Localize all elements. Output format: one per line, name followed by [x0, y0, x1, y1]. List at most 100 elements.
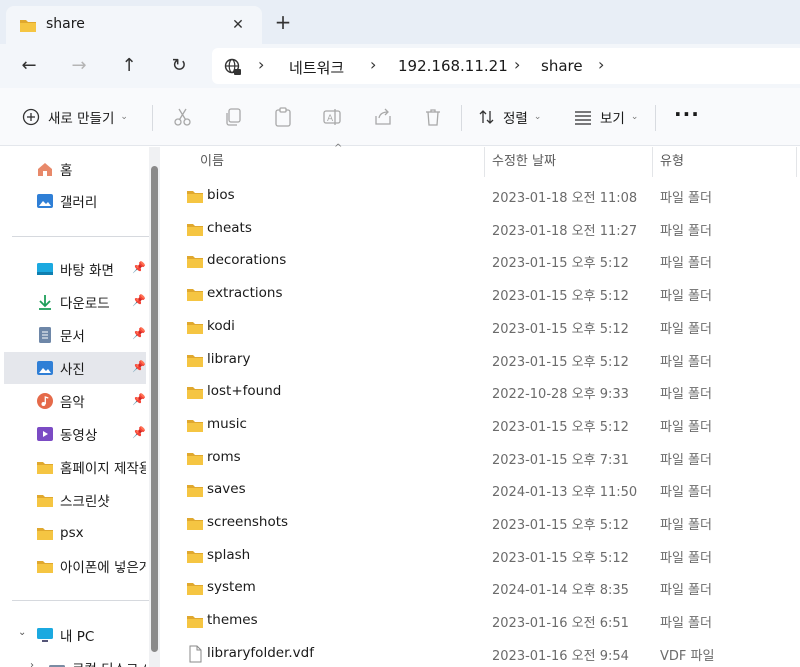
file-row[interactable]: screenshots 2023-01-15 오후 5:12 파일 폴더 — [170, 507, 800, 539]
more-options-icon[interactable]: ··· — [674, 102, 700, 126]
tab-strip: share ✕ + — [0, 0, 800, 44]
pin-icon[interactable]: 📌 — [132, 426, 146, 439]
column-header-date[interactable]: 수정한 날짜 — [492, 150, 556, 169]
home-icon — [38, 163, 52, 176]
file-row[interactable]: splash 2023-01-15 오후 5:12 파일 폴더 — [170, 540, 800, 572]
cut-icon[interactable] — [172, 106, 194, 128]
copy-icon[interactable] — [222, 106, 244, 128]
pin-icon[interactable]: 📌 — [132, 261, 146, 274]
file-type: 파일 폴더 — [660, 419, 712, 435]
chevron-down-icon[interactable]: ⌄ — [18, 627, 26, 638]
toolbar-divider — [655, 105, 656, 131]
folder-icon — [187, 419, 203, 432]
pin-icon[interactable]: 📌 — [132, 360, 146, 373]
new-tab-button[interactable]: + — [272, 12, 294, 34]
up-button[interactable]: ↑ — [115, 52, 143, 80]
breadcrumb-separator[interactable]: › — [370, 55, 376, 74]
paste-icon[interactable] — [272, 106, 294, 128]
close-icon[interactable]: ✕ — [227, 14, 249, 36]
chevron-right-icon[interactable]: › — [30, 660, 34, 667]
column-divider[interactable] — [796, 147, 797, 177]
sidebar-item-screenshots[interactable]: 스크린샷 — [4, 484, 146, 516]
file-row[interactable]: cheats 2023-01-18 오전 11:27 파일 폴더 — [170, 213, 800, 245]
file-name: roms — [207, 448, 241, 465]
sidebar-item-videos[interactable]: 동영상 📌 — [4, 418, 146, 450]
address-bar[interactable]: › 네트워크 › 192.168.11.21 › share › — [212, 48, 800, 84]
forward-button[interactable]: → — [65, 52, 93, 80]
sidebar-item-music[interactable]: 음악 📌 — [4, 385, 146, 417]
file-row[interactable]: bios 2023-01-18 오전 11:08 파일 폴더 — [170, 180, 800, 212]
view-button[interactable]: 보기 ⌄ — [574, 102, 638, 132]
sidebar-item-gallery[interactable]: 갤러리 — [4, 185, 146, 217]
column-header-type[interactable]: 유형 — [660, 150, 684, 169]
pin-icon[interactable]: 📌 — [132, 327, 146, 340]
breadcrumb-host[interactable]: 192.168.11.21 — [398, 57, 508, 75]
sidebar-item-pictures[interactable]: 사진 📌 — [4, 352, 146, 384]
sidebar-item-psx[interactable]: psx — [4, 517, 146, 549]
sidebar-item-downloads[interactable]: 다운로드 📌 — [4, 286, 146, 318]
file-modified-date: 2024-01-13 오후 11:50 — [492, 485, 638, 501]
sidebar-item-label: psx — [60, 525, 84, 541]
back-button[interactable]: ← — [15, 52, 43, 80]
column-divider[interactable] — [484, 147, 485, 177]
new-button-label: 새로 만들기 — [48, 111, 115, 127]
breadcrumb-network[interactable]: 네트워크 — [289, 57, 344, 78]
file-name: bios — [207, 187, 235, 203]
sort-button[interactable]: 정렬 ⌄ — [478, 102, 541, 132]
sidebar-item-desktop[interactable]: 바탕 화면 📌 — [4, 253, 146, 285]
breadcrumb-share[interactable]: share — [541, 57, 583, 75]
folder-icon — [187, 550, 203, 563]
folder-icon — [37, 495, 53, 507]
column-divider[interactable] — [652, 147, 653, 177]
file-type: 파일 폴더 — [660, 289, 712, 305]
folder-icon — [37, 528, 53, 540]
share-icon[interactable] — [372, 106, 394, 128]
refresh-button[interactable]: ↻ — [165, 52, 193, 80]
file-row[interactable]: roms 2023-01-15 오후 7:31 파일 폴더 — [170, 442, 800, 474]
delete-icon[interactable] — [422, 106, 444, 128]
file-row[interactable]: system 2024-01-14 오후 8:35 파일 폴더 — [170, 572, 800, 604]
sidebar-item-homepage-folder[interactable]: 홈페이지 제작용 — [4, 451, 146, 483]
file-row[interactable]: libraryfolder.vdf 2023-01-16 오전 9:54 VDF 파… — [170, 638, 800, 667]
pin-icon[interactable]: 📌 — [132, 294, 146, 307]
pictures-icon — [37, 361, 53, 375]
column-header-name[interactable]: 이름 — [200, 150, 224, 169]
file-row[interactable]: decorations 2023-01-15 오후 5:12 파일 폴더 — [170, 245, 800, 277]
rename-icon[interactable]: A — [322, 106, 344, 128]
file-name: system — [207, 579, 256, 596]
tab-share[interactable]: share ✕ — [6, 6, 262, 44]
breadcrumb-separator[interactable]: › — [514, 55, 520, 74]
file-row[interactable]: kodi 2023-01-15 오후 5:12 파일 폴더 — [170, 311, 800, 343]
sidebar-divider — [12, 600, 150, 601]
file-modified-date: 2023-01-15 오후 5:12 — [492, 518, 629, 533]
view-button-label: 보기 — [600, 111, 625, 127]
sidebar-item-home[interactable]: 홈 — [4, 153, 146, 185]
sidebar-item-label: 내 PC — [60, 629, 95, 645]
file-name: cheats — [207, 219, 252, 236]
file-row[interactable]: themes 2023-01-16 오전 6:51 파일 폴더 — [170, 605, 800, 637]
network-globe-icon — [224, 58, 241, 75]
file-row[interactable]: library 2023-01-15 오후 5:12 파일 폴더 — [170, 344, 800, 376]
breadcrumb-separator[interactable]: › — [258, 55, 264, 74]
sidebar-item-this-pc[interactable]: ⌄ 내 PC — [4, 619, 146, 651]
file-row[interactable]: music 2023-01-15 오후 5:12 파일 폴더 — [170, 409, 800, 441]
pin-icon[interactable]: 📌 — [132, 393, 146, 406]
file-row[interactable]: saves 2024-01-13 오후 11:50 파일 폴더 — [170, 474, 800, 506]
file-modified-date: 2023-01-18 오전 11:08 — [492, 191, 638, 206]
file-row[interactable]: lost+found 2022-10-28 오후 9:33 파일 폴더 — [170, 376, 800, 408]
folder-icon — [37, 462, 53, 474]
sidebar-item-documents[interactable]: 문서 📌 — [4, 319, 146, 351]
file-row[interactable]: extractions 2023-01-15 오후 5:12 파일 폴더 — [170, 278, 800, 310]
view-list-icon — [575, 111, 591, 125]
sidebar-item-label: 아이폰에 넣은거 — [60, 560, 146, 576]
new-button[interactable]: 새로 만들기 ⌄ — [22, 102, 128, 132]
file-name: libraryfolder.vdf — [207, 644, 314, 661]
sidebar-item-iphone-folder[interactable]: 아이폰에 넣은거 — [4, 550, 146, 582]
chevron-down-icon: ⌄ — [630, 112, 639, 122]
folder-icon — [187, 321, 203, 334]
breadcrumb-separator[interactable]: › — [598, 55, 604, 74]
sidebar-item-local-disk[interactable]: › 로컬 디스크 (C:) — [4, 652, 146, 667]
sidebar-scrollbar-thumb[interactable] — [151, 166, 158, 652]
file-name: library — [207, 350, 251, 367]
file-name: screenshots — [207, 514, 289, 530]
